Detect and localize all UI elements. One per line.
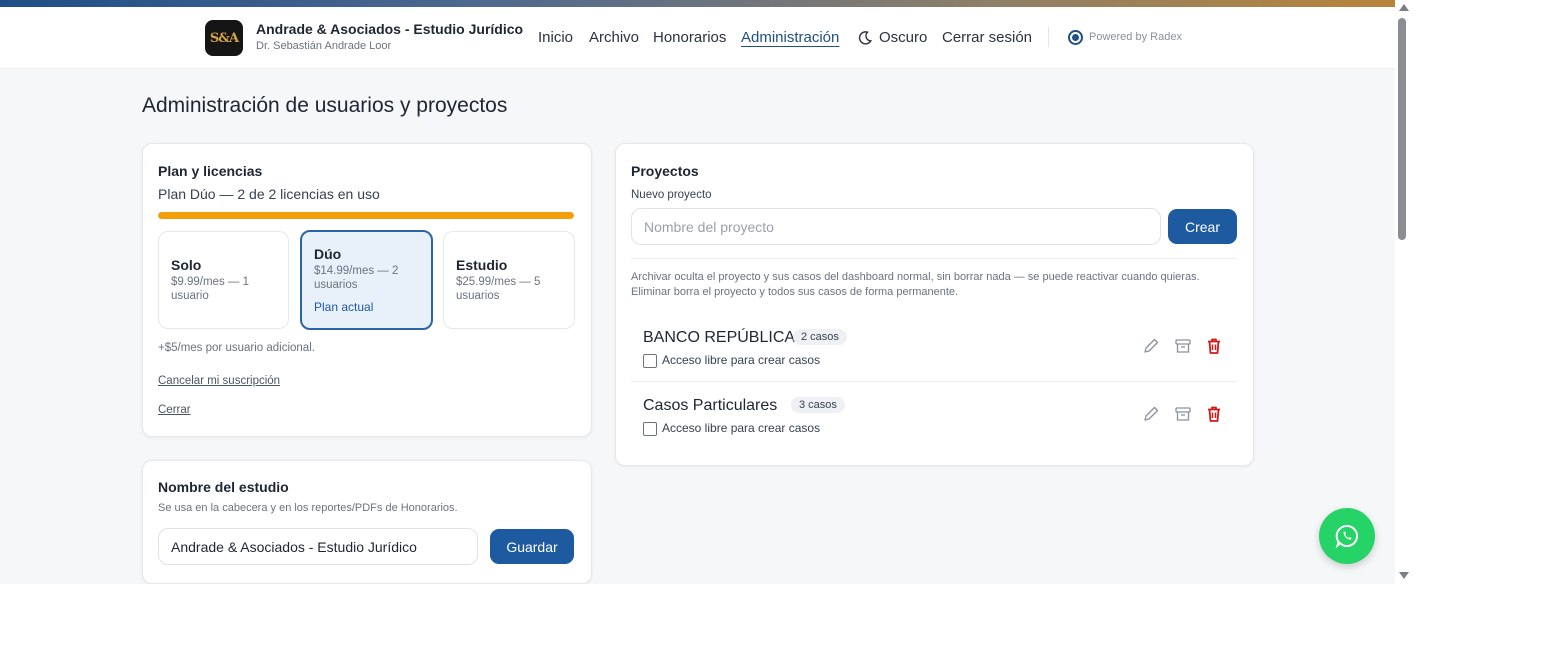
new-project-label: Nuevo proyecto [631,189,712,201]
scroll-up-arrow[interactable] [1399,4,1409,11]
plan-option-price: $14.99/mes — 2 usuarios [314,265,399,291]
project-row: Casos Particulares 3 casos Acceso libre … [616,392,1236,460]
studio-description: Se usa en la cabecera y en los reportes/… [158,502,458,514]
plan-option-price: $25.99/mes — 5 usuarios [456,276,541,302]
archive-help-text: Archivar oculta el proyecto y sus casos … [631,271,1200,298]
nav-theme-toggle[interactable]: Oscuro [879,29,927,46]
archive-icon[interactable] [1174,405,1192,423]
plan-summary: Plan Dúo — 2 de 2 licencias en uso [158,186,380,202]
project-name-input[interactable]: Nombre del proyecto [631,208,1161,245]
top-accent-bar [0,0,1395,7]
brand-subtitle: Dr. Sebastián Andrade Loor [256,40,392,52]
plan-option-name: Estudio [456,257,508,273]
case-count-badge: 2 casos [793,329,847,345]
extra-user-note: +$5/mes por usuario adicional. [158,342,315,354]
save-button[interactable]: Guardar [490,529,574,564]
scroll-down-arrow[interactable] [1399,572,1409,579]
trash-icon[interactable] [1205,405,1223,423]
firm-logo[interactable]: S&A [205,20,243,56]
nav-honorarios[interactable]: Honorarios [653,29,726,46]
create-project-button[interactable]: Crear [1168,209,1237,244]
archive-icon[interactable] [1174,337,1192,355]
pencil-icon[interactable] [1142,337,1160,355]
brand-title: Andrade & Asociados - Estudio Jurídico [256,21,524,37]
powered-by[interactable]: Powered by Radex [1089,31,1182,43]
pencil-icon[interactable] [1142,405,1160,423]
projects-card-title: Proyectos [631,163,699,179]
scroll-thumb[interactable] [1398,18,1406,240]
license-progress-bar [158,212,574,219]
studio-name-card: Nombre del estudio Se usa en la cabecera… [142,460,592,584]
plan-option-estudio[interactable]: Estudio $25.99/mes — 5 usuarios [443,231,575,329]
license-progress-fill [158,212,574,219]
free-access-label: Acceso libre para crear casos [662,421,821,435]
plan-option-solo[interactable]: Solo $9.99/mes — 1 usuario [158,231,289,329]
plan-option-name: Dúo [314,246,342,262]
case-count-badge: 3 casos [791,397,845,413]
project-name: BANCO REPÚBLICA [643,329,796,346]
current-plan-tag: Plan actual [314,300,374,314]
trash-icon[interactable] [1205,337,1223,355]
whatsapp-button[interactable] [1319,508,1375,564]
moon-icon[interactable] [857,30,873,46]
plan-option-price: $9.99/mes — 1 usuario [171,276,249,302]
studio-name-input[interactable]: Andrade & Asociados - Estudio Jurídico [158,528,478,565]
studio-card-title: Nombre del estudio [158,479,289,495]
section-divider [631,258,1237,259]
cancel-subscription-link[interactable]: Cancelar mi suscripción [158,375,280,387]
header-divider [1048,27,1049,47]
nav-archivo[interactable]: Archivo [589,29,639,46]
nav-administracion[interactable]: Administración [741,29,839,46]
projects-card: Proyectos Nuevo proyecto Nombre del proy… [615,143,1254,466]
nav-inicio[interactable]: Inicio [538,29,573,46]
app-viewport: S&A Andrade & Asociados - Estudio Jurídi… [0,0,1395,584]
row-divider [631,381,1237,382]
radio-dot-icon [1068,30,1083,45]
close-link[interactable]: Cerrar [158,404,191,416]
vertical-scrollbar[interactable] [1395,0,1411,584]
plan-option-name: Solo [171,257,202,273]
top-header: S&A Andrade & Asociados - Estudio Jurídi… [0,7,1395,69]
project-name: Casos Particulares [643,397,778,414]
plan-option-duo[interactable]: Dúo $14.99/mes — 2 usuarios Plan actual [300,230,433,330]
whatsapp-icon [1335,524,1359,549]
nav-logout[interactable]: Cerrar sesión [942,29,1032,46]
page-title: Administración de usuarios y proyectos [142,94,508,117]
plan-card-title: Plan y licencias [158,163,263,179]
plan-card: Plan y licencias Plan Dúo — 2 de 2 licen… [142,143,592,437]
free-access-checkbox[interactable] [643,354,657,368]
free-access-checkbox[interactable] [643,422,657,436]
free-access-label: Acceso libre para crear casos [662,353,821,367]
